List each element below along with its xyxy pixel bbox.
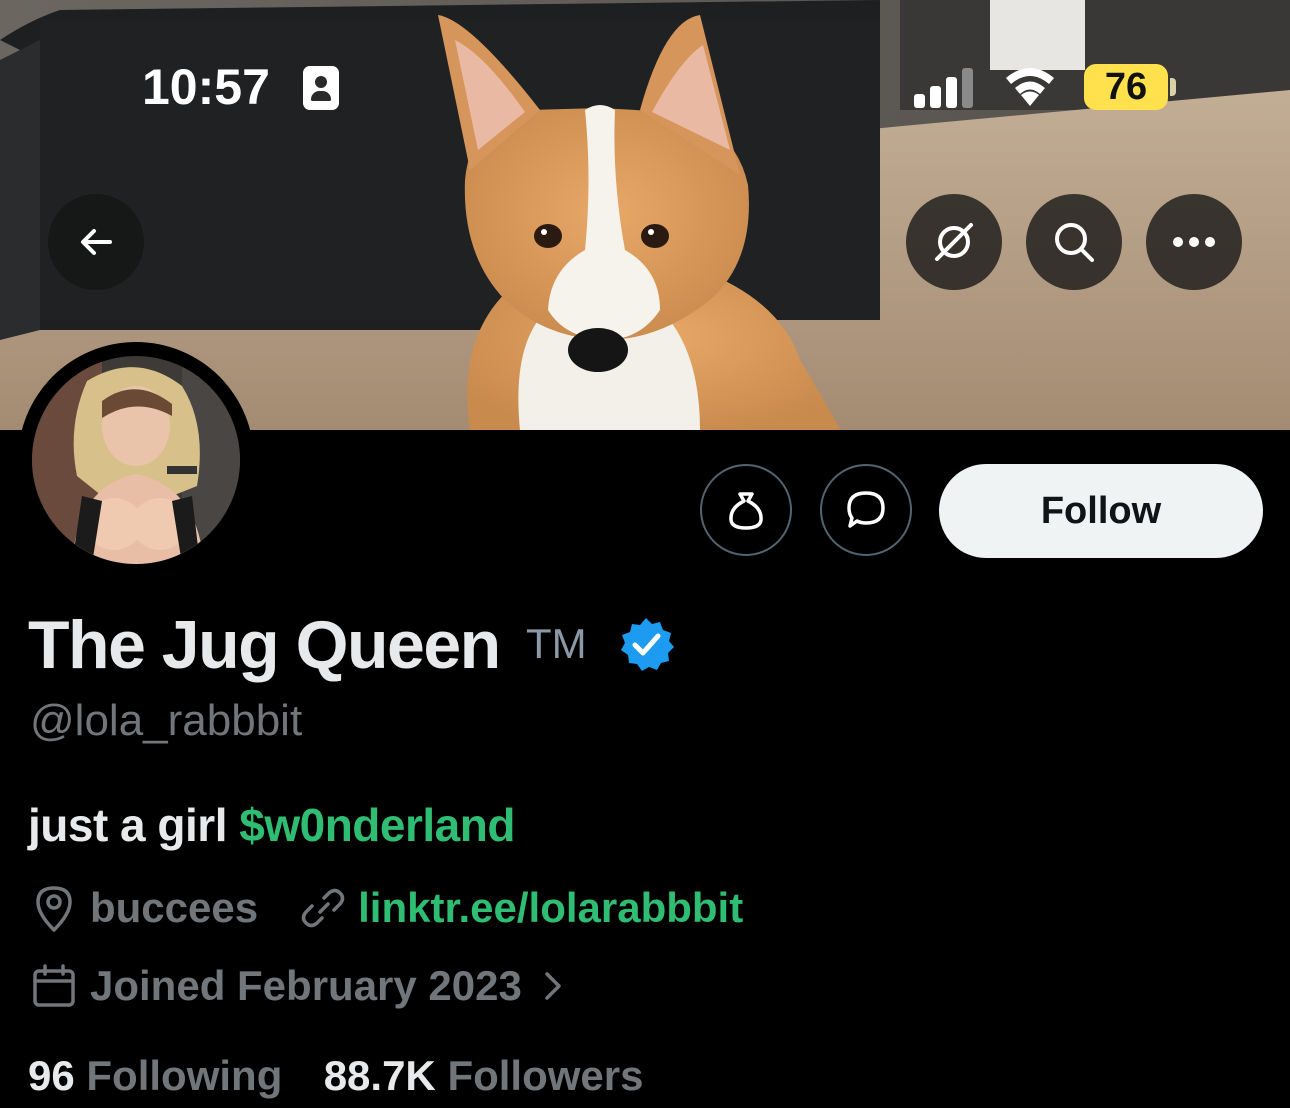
- battery-indicator: 76: [1084, 64, 1168, 110]
- status-time: 10:57: [142, 59, 270, 115]
- grok-icon: [935, 223, 973, 261]
- follow-button[interactable]: Follow: [939, 464, 1263, 558]
- trademark-symbol: TM: [526, 620, 587, 667]
- battery-tip: [1170, 78, 1176, 96]
- bio-text: just a girl: [28, 799, 240, 851]
- following-link[interactable]: 96 Following: [28, 1052, 294, 1099]
- chevron-right-icon: [545, 972, 561, 1000]
- joined-date: Joined February 2023: [90, 962, 522, 1009]
- search-button[interactable]: [1026, 194, 1122, 290]
- person-badge-icon: [303, 66, 339, 110]
- wifi-icon: [1006, 68, 1054, 106]
- more-button[interactable]: [1146, 194, 1242, 290]
- joined-row[interactable]: Joined February 2023: [30, 958, 568, 1014]
- location-link-row: buccees linktr.ee/lolarabbbit: [30, 880, 743, 936]
- money-bag-icon: [729, 492, 763, 530]
- message-bubble-icon: [847, 491, 885, 528]
- avatar-photo: [32, 356, 240, 564]
- profile-link[interactable]: linktr.ee/lolarabbbit: [358, 884, 743, 932]
- grok-button[interactable]: [906, 194, 1002, 290]
- followers-label: Followers: [447, 1052, 644, 1099]
- message-button[interactable]: [820, 464, 912, 556]
- follow-counts: 96 Following 88.7K Followers: [28, 1052, 643, 1100]
- user-handle: @lola_rabbbit: [30, 696, 303, 745]
- bio-cashtag[interactable]: $w0nderland: [239, 799, 515, 851]
- avatar[interactable]: [18, 342, 254, 578]
- search-icon: [1055, 223, 1094, 262]
- verified-badge-icon[interactable]: [618, 616, 674, 672]
- calendar-icon: [33, 964, 75, 1007]
- more-icon: [1173, 237, 1215, 247]
- bio: just a girl $w0nderland: [28, 798, 515, 852]
- following-label: Following: [86, 1052, 283, 1099]
- following-count: 96: [28, 1052, 75, 1099]
- followers-link[interactable]: 88.7K Followers: [324, 1052, 644, 1099]
- location-pin-icon: [36, 886, 72, 932]
- back-button[interactable]: [48, 194, 144, 290]
- back-arrow-icon: [81, 229, 112, 255]
- location-text: buccees: [90, 884, 259, 931]
- link-icon: [301, 888, 345, 928]
- cellular-signal-icon: [914, 68, 973, 108]
- subscribe-button[interactable]: [700, 464, 792, 556]
- followers-count: 88.7K: [323, 1052, 436, 1099]
- display-name: The Jug Queen: [28, 607, 501, 683]
